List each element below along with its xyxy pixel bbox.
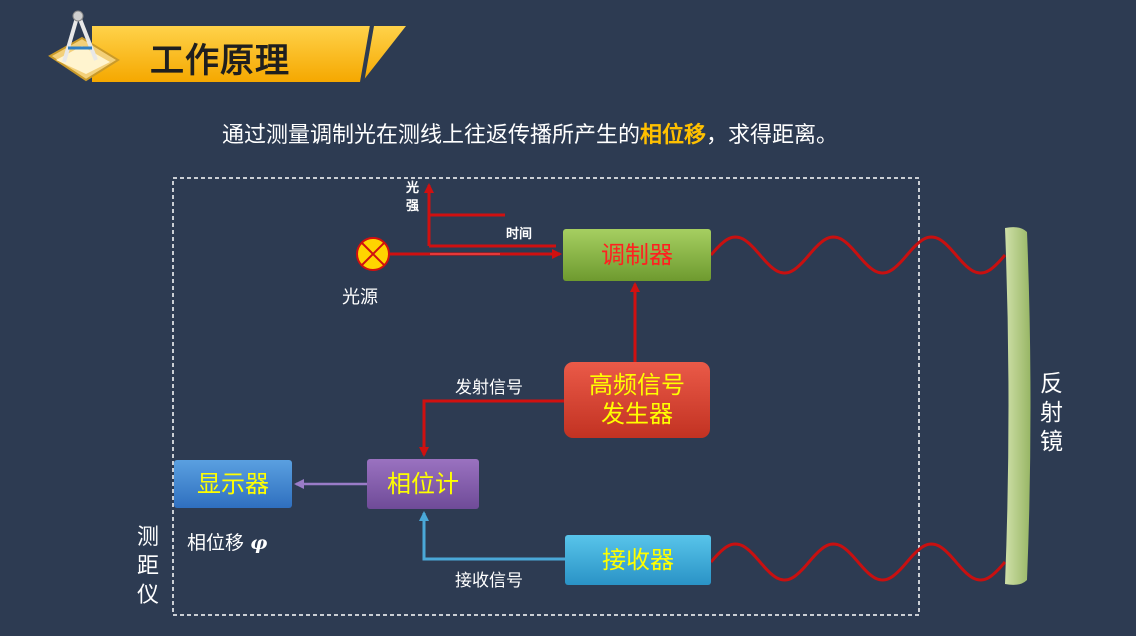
phase-symbol: φ <box>250 532 268 554</box>
phase-shift-label: 相位移 φ <box>187 528 267 555</box>
light-source-label: 光源 <box>342 287 378 308</box>
display-box: 显示器 <box>174 460 292 508</box>
modulator-box: 调制器 <box>563 229 711 281</box>
rangefinder-label: 测 距 仪 <box>137 525 160 608</box>
hf-generator-box: 高频信号 发生器 <box>564 362 710 438</box>
hf-generator-label: 高频信号 发生器 <box>589 371 685 428</box>
time-axis-label: 时间 <box>506 227 533 242</box>
outgoing-wave <box>709 235 1007 275</box>
phase-meter-box: 相位计 <box>367 459 479 509</box>
reflector-label: 反 射 镜 <box>1040 371 1063 455</box>
rangefinder-boundary <box>172 177 920 616</box>
receiver-box: 接收器 <box>565 535 711 585</box>
intensity-axis-label: 光 强 <box>406 181 420 214</box>
reflector-mirror <box>1005 227 1031 585</box>
light-source-icon <box>356 237 390 271</box>
transmit-signal-arrow <box>419 399 564 457</box>
transmit-signal-label: 发射信号 <box>455 378 523 398</box>
receive-signal-arrow <box>419 511 565 561</box>
phase-shift-text: 相位移 <box>187 532 245 554</box>
returning-wave <box>709 542 1007 582</box>
receive-signal-label: 接收信号 <box>455 571 523 591</box>
